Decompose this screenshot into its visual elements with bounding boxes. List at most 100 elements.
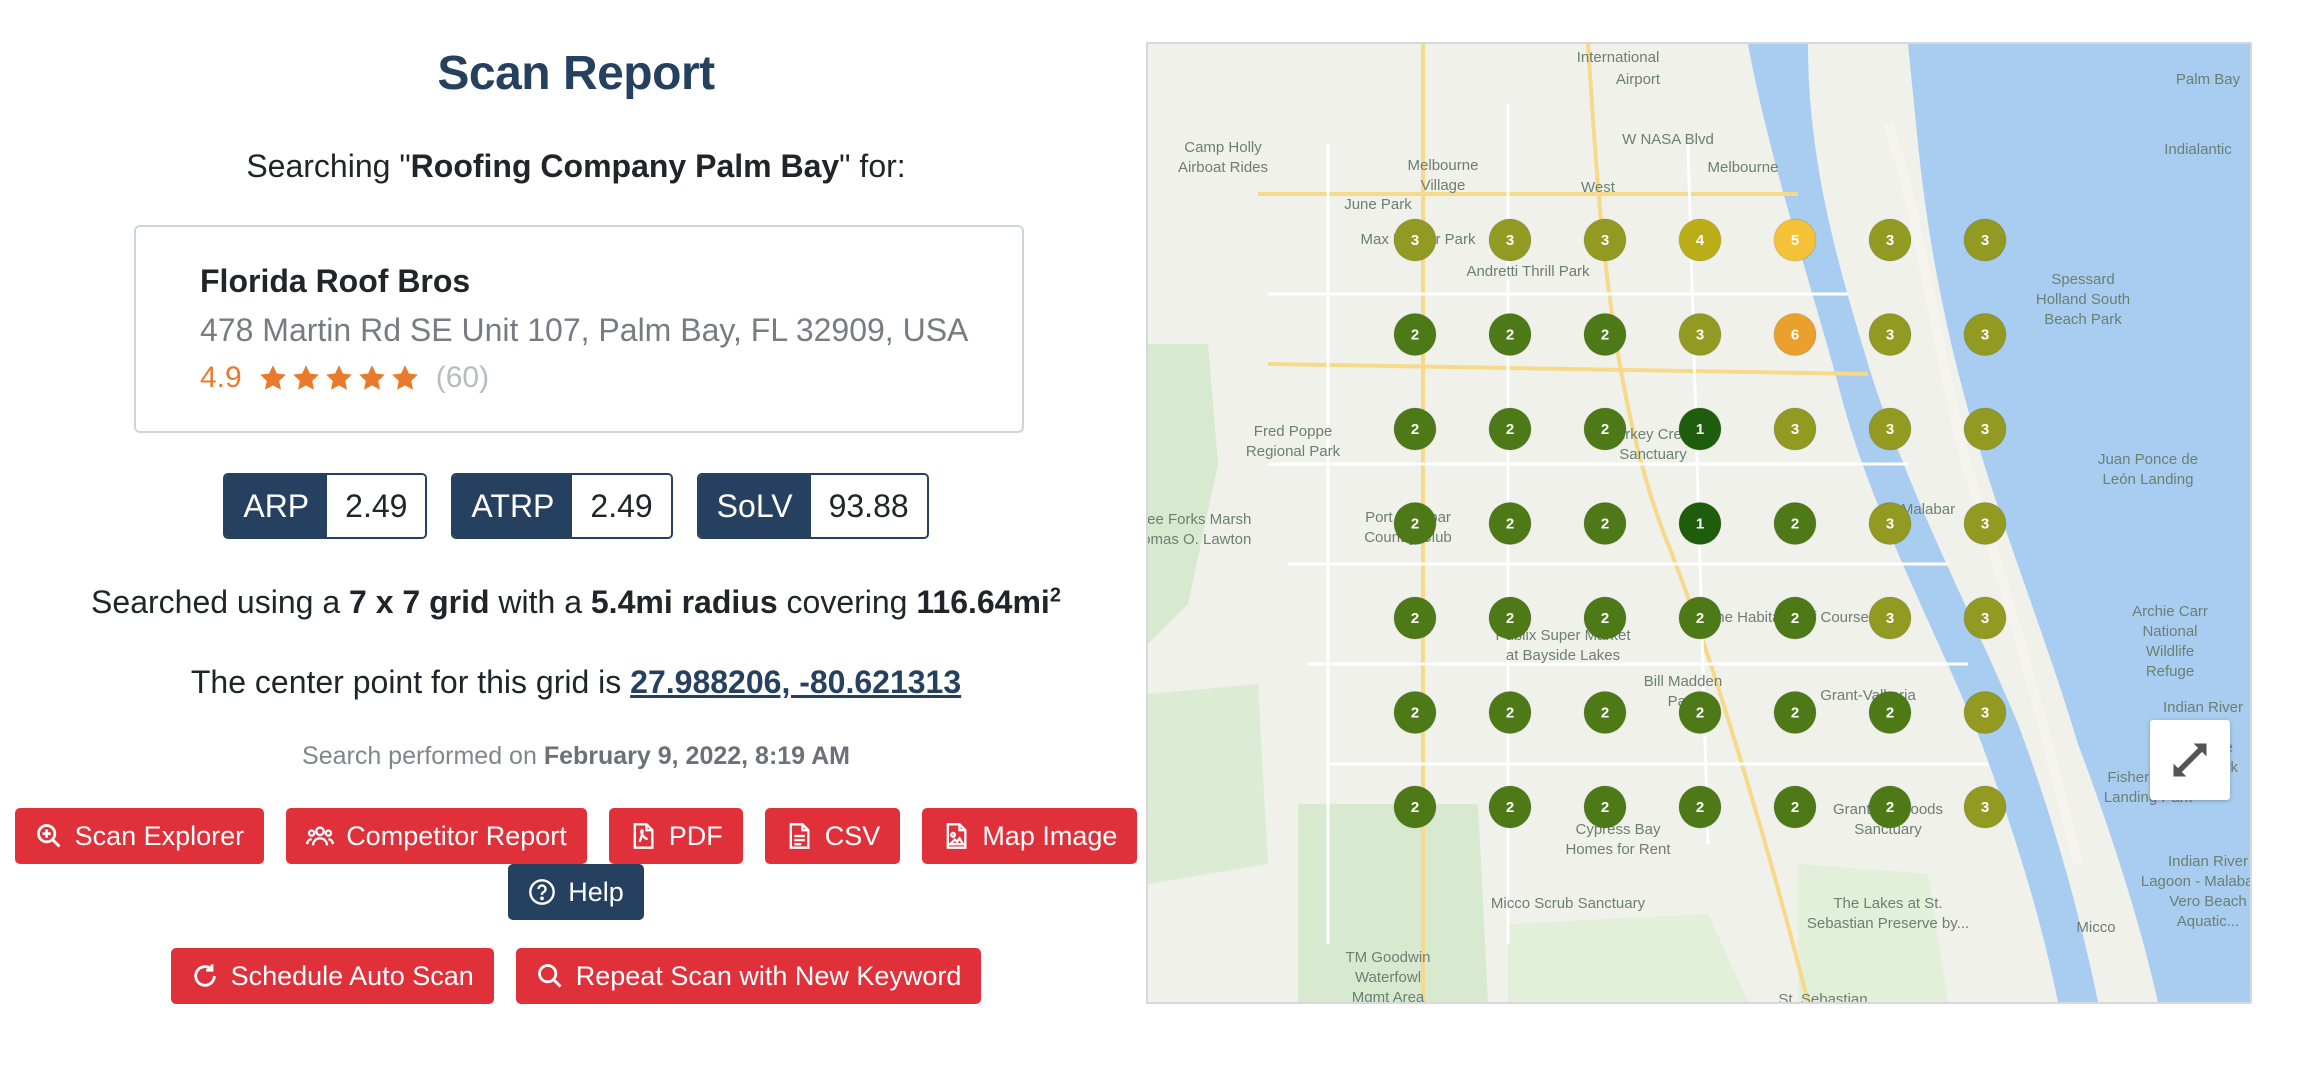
map-place-label: St. Sebastian: [1778, 991, 1867, 1002]
rank-marker[interactable]: 3: [1773, 407, 1817, 451]
rank-marker[interactable]: 2: [1773, 691, 1817, 734]
schedule-auto-scan-button[interactable]: Schedule Auto Scan: [170, 948, 494, 1004]
rank-marker[interactable]: 3: [1963, 691, 2007, 734]
rank-marker[interactable]: 2: [1393, 407, 1437, 451]
business-address: 478 Martin Rd SE Unit 107, Palm Bay, FL …: [200, 312, 969, 348]
rank-marker[interactable]: 2: [1488, 407, 1532, 451]
grid-description: Searched using a 7 x 7 grid with a 5.4mi…: [0, 584, 1152, 621]
rank-marker[interactable]: 1: [1678, 407, 1722, 451]
rank-marker[interactable]: 3: [1393, 218, 1437, 262]
rank-marker[interactable]: 6: [1773, 313, 1817, 356]
rank-marker-label: 2: [1601, 516, 1609, 533]
help-button[interactable]: Help: [508, 864, 644, 920]
map-canvas[interactable]: International Airport Camp Holly Airboat Ri…: [1148, 44, 2250, 1002]
scan-map[interactable]: International Airport Camp Holly Airboat Ri…: [1146, 42, 2252, 1004]
map-place-label: León Landing: [2103, 471, 2194, 488]
repeat-scan-button[interactable]: Repeat Scan with New Keyword: [515, 948, 982, 1004]
button-label: Competitor Report: [346, 820, 567, 851]
map-place-label: Homes for Rent: [1565, 841, 1671, 858]
rank-marker[interactable]: 2: [1488, 502, 1532, 545]
rank-marker[interactable]: 2: [1868, 691, 1912, 734]
grid-area-unit-exponent: 2: [1049, 584, 1061, 607]
rank-marker[interactable]: 2: [1773, 596, 1817, 640]
button-label: CSV: [824, 820, 881, 851]
map-place-label: Juan Ponce de: [2098, 451, 2198, 468]
rank-marker-label: 5: [1791, 232, 1799, 249]
rank-marker[interactable]: 3: [1963, 218, 2007, 262]
rank-marker-label: 2: [1696, 799, 1704, 816]
map-place-label: Holland South: [2036, 291, 2130, 308]
rank-marker[interactable]: 5: [1773, 218, 1817, 262]
fullscreen-button[interactable]: [2150, 720, 2230, 800]
rank-marker[interactable]: 3: [1583, 218, 1627, 262]
metric-arp: ARP 2.49: [223, 473, 428, 539]
rank-marker[interactable]: 2: [1488, 596, 1532, 640]
map-place-label: Waterfowl: [1355, 969, 1421, 986]
action-buttons-row: Scan Explorer Competitor Report PDF CSV …: [0, 808, 1152, 864]
rank-marker[interactable]: 4: [1678, 218, 1722, 262]
rank-marker[interactable]: 2: [1583, 407, 1627, 451]
rank-marker[interactable]: 2: [1393, 691, 1437, 734]
rank-marker[interactable]: 3: [1963, 407, 2007, 451]
rank-marker[interactable]: 2: [1583, 596, 1627, 640]
rank-marker[interactable]: 2: [1393, 313, 1437, 356]
rank-marker[interactable]: 3: [1963, 596, 2007, 640]
rank-marker-label: 2: [1506, 516, 1514, 533]
rank-marker[interactable]: 3: [1868, 502, 1912, 545]
metric-value: 2.49: [327, 475, 426, 537]
rank-marker[interactable]: 2: [1678, 691, 1722, 734]
rank-marker-label: 3: [1981, 705, 1989, 722]
center-point-link[interactable]: 27.988206, -80.621313: [630, 664, 961, 700]
rank-marker[interactable]: 3: [1488, 218, 1532, 262]
rank-marker[interactable]: 2: [1488, 785, 1532, 829]
csv-button[interactable]: CSV: [764, 808, 901, 864]
rank-marker[interactable]: 3: [1868, 313, 1912, 356]
rank-marker[interactable]: 2: [1488, 313, 1532, 356]
button-label: Schedule Auto Scan: [230, 960, 474, 991]
rank-marker[interactable]: 2: [1773, 502, 1817, 545]
rank-marker[interactable]: 2: [1583, 691, 1627, 734]
rank-marker[interactable]: 2: [1583, 502, 1627, 545]
map-image-button[interactable]: Map Image: [922, 808, 1138, 864]
rank-marker[interactable]: 2: [1678, 785, 1722, 829]
rank-marker[interactable]: 3: [1963, 313, 2007, 356]
rank-marker[interactable]: 2: [1393, 502, 1437, 545]
rank-marker[interactable]: 2: [1773, 785, 1817, 829]
rank-marker-label: 2: [1886, 799, 1894, 816]
map-place-label: at Bayside Lakes: [1506, 647, 1620, 664]
rank-marker[interactable]: 1: [1678, 502, 1722, 545]
rating-stars: [258, 363, 420, 393]
map-place-label: West: [1581, 179, 1616, 196]
search-keyword-line: Searching "Roofing Company Palm Bay" for…: [0, 148, 1152, 185]
rank-marker[interactable]: 2: [1678, 596, 1722, 640]
rank-marker-label: 3: [1981, 610, 1989, 627]
map-place-label: Refuge: [2146, 663, 2194, 680]
rank-marker[interactable]: 3: [1963, 502, 2007, 545]
rank-marker-label: 3: [1981, 516, 1989, 533]
rank-marker-label: 2: [1791, 610, 1799, 627]
rank-marker[interactable]: 3: [1868, 407, 1912, 451]
rank-marker[interactable]: 2: [1583, 785, 1627, 829]
rank-marker[interactable]: 2: [1393, 596, 1437, 640]
rank-marker-label: 3: [1886, 327, 1894, 344]
rank-marker[interactable]: 2: [1488, 691, 1532, 734]
rank-marker[interactable]: 3: [1963, 785, 2007, 829]
rank-marker-label: 2: [1411, 421, 1419, 438]
rank-marker[interactable]: 3: [1678, 313, 1722, 356]
search-performed: Search performed on February 9, 2022, 8:…: [0, 742, 1152, 771]
rank-marker-label: 2: [1411, 799, 1419, 816]
rank-marker[interactable]: 2: [1868, 785, 1912, 829]
rank-marker[interactable]: 3: [1868, 596, 1912, 640]
rank-marker[interactable]: 2: [1583, 313, 1627, 356]
help-row: Help: [0, 864, 1152, 920]
rank-marker-label: 1: [1696, 421, 1704, 438]
map-place-label: Indian River: [2163, 699, 2243, 716]
rank-marker[interactable]: 3: [1868, 218, 1912, 262]
scan-explorer-button[interactable]: Scan Explorer: [14, 808, 265, 864]
map-place-label: International: [1577, 49, 1660, 66]
competitor-report-button[interactable]: Competitor Report: [286, 808, 587, 864]
map-place-label: Indialantic: [2164, 141, 2232, 158]
rank-marker[interactable]: 2: [1393, 785, 1437, 829]
star-icon: [325, 365, 352, 390]
pdf-button[interactable]: PDF: [608, 808, 743, 864]
